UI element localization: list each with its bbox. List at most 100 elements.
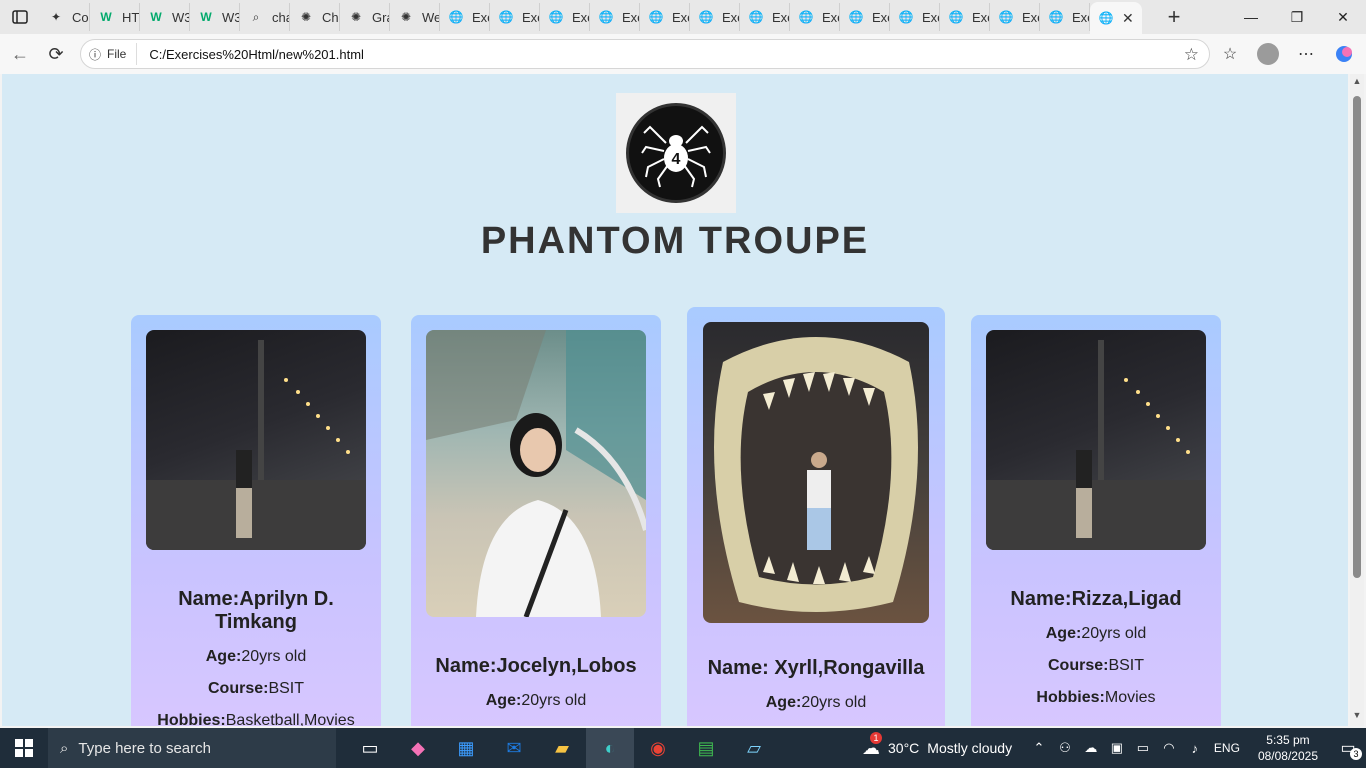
- tab[interactable]: 🌐 Exe: [640, 3, 690, 31]
- weather-alert-badge: 1: [870, 731, 882, 744]
- windows-taskbar: ⌕ Type here to search ▭ ◆ ▦ ✉ ▰ ◐ ◉ ▤ ▱ …: [0, 728, 1366, 768]
- member-age: Age:20yrs old: [765, 694, 867, 711]
- member-name: Name:Aprilyn D. Timkang: [178, 588, 334, 633]
- taskbar-search-box[interactable]: ⌕ Type here to search: [48, 728, 336, 768]
- spreadsheet-app-icon[interactable]: ▤: [682, 728, 730, 768]
- tab[interactable]: W HT: [90, 3, 140, 31]
- tab-label: Exe: [572, 9, 589, 25]
- notifications-icon[interactable]: ▭ 3: [1330, 738, 1366, 760]
- copilot-icon[interactable]: [1332, 42, 1356, 66]
- navigation-bar: ← ⟳ ⓘ File C:/Exercises%20Html/new%201.h…: [0, 34, 1366, 74]
- outlook-icon[interactable]: ✉: [490, 728, 538, 768]
- wifi-icon[interactable]: ◠: [1158, 740, 1180, 756]
- tab-label: Exe: [1022, 9, 1039, 25]
- new-tab-button[interactable]: +: [1156, 0, 1192, 34]
- weather-cloud-icon: ☁ 1: [862, 731, 882, 758]
- language-indicator[interactable]: ENG: [1214, 741, 1240, 755]
- scrollbar-thumb[interactable]: [1353, 96, 1361, 578]
- tab[interactable]: 🌐 Exe: [490, 3, 540, 31]
- site-info-button[interactable]: ⓘ File: [81, 43, 138, 65]
- battery-icon[interactable]: ▭: [1132, 740, 1154, 756]
- more-options-icon[interactable]: ⋯: [1294, 42, 1318, 66]
- notification-count: 3: [1350, 748, 1362, 760]
- tab-label: Exe: [472, 9, 489, 25]
- tab[interactable]: ✦ Co: [40, 3, 90, 31]
- tab[interactable]: 🌐 Exe: [890, 3, 940, 31]
- globe-icon: 🌐: [898, 10, 914, 24]
- chatgpt-icon: ✺: [400, 10, 412, 24]
- tab[interactable]: 🌐 Exe: [690, 3, 740, 31]
- tab-label: Exe: [972, 9, 989, 25]
- tab[interactable]: 🌐 Exe: [740, 3, 790, 31]
- logo-digit: 4: [672, 151, 681, 168]
- tab[interactable]: 🌐 Exe: [590, 3, 640, 31]
- url-text[interactable]: C:/Exercises%20Html/new%201.html: [137, 47, 364, 62]
- page-scrollbar[interactable]: ▲ ▼: [1350, 74, 1364, 726]
- troupe-logo: 4: [616, 93, 736, 213]
- tab[interactable]: ✺ Ch: [290, 3, 340, 31]
- start-button[interactable]: [0, 728, 48, 768]
- globe-icon: 🌐: [598, 10, 614, 24]
- tab-label: Exe: [1072, 9, 1089, 25]
- notepad-app-icon[interactable]: ▱: [730, 728, 778, 768]
- tab[interactable]: 🌐 Exe: [440, 3, 490, 31]
- search-icon: ⌕: [252, 9, 260, 24]
- member-name: Name:Jocelyn,Lobos: [435, 655, 637, 677]
- w3-icon: W: [100, 10, 112, 24]
- task-view-icon[interactable]: ▭: [346, 728, 394, 768]
- tray-app-icon[interactable]: ▣: [1106, 740, 1128, 756]
- spider-logo-icon: 4: [626, 103, 726, 203]
- tab[interactable]: W W3: [140, 3, 190, 31]
- tab-label: Co: [72, 9, 89, 25]
- volume-icon[interactable]: ♪: [1184, 741, 1206, 756]
- tab[interactable]: 🌐 Exe: [790, 3, 840, 31]
- taskbar-apps: ▭ ◆ ▦ ✉ ▰ ◐ ◉ ▤ ▱: [346, 728, 778, 768]
- tab[interactable]: 🌐 Exe: [990, 3, 1040, 31]
- copilot-app-icon[interactable]: ◆: [394, 728, 442, 768]
- close-window-button[interactable]: ✕: [1320, 0, 1366, 34]
- tab-close-icon[interactable]: ✕: [1122, 10, 1134, 27]
- tab[interactable]: 🌐 Exe: [840, 3, 890, 31]
- file-explorer-icon[interactable]: ▰: [538, 728, 586, 768]
- member-name: Name:Rizza,Ligad: [1010, 588, 1182, 610]
- show-hidden-icons-icon[interactable]: ⌃: [1028, 740, 1050, 756]
- refresh-button[interactable]: ⟳: [38, 36, 74, 72]
- tab-actions-icon[interactable]: [0, 0, 40, 34]
- scroll-up-arrow-icon[interactable]: ▲: [1350, 76, 1364, 90]
- chrome-icon[interactable]: ◉: [634, 728, 682, 768]
- store-icon[interactable]: ▦: [442, 728, 490, 768]
- member-card: Name:Jocelyn,Lobos Age:20yrs old: [411, 315, 661, 726]
- tab-label: W3: [222, 9, 240, 25]
- tray-app-icon[interactable]: ⚇: [1054, 740, 1076, 756]
- address-bar[interactable]: ⓘ File C:/Exercises%20Html/new%201.html …: [80, 39, 1210, 69]
- tab[interactable]: ✺ Gra: [340, 3, 390, 31]
- tab[interactable]: 🌐 Exe: [940, 3, 990, 31]
- tab[interactable]: W W3: [190, 3, 240, 31]
- chatgpt-icon: ✺: [350, 10, 362, 24]
- clock[interactable]: 5:35 pm 08/08/2025: [1258, 732, 1318, 764]
- tab-strip: ✦ Co W HT W W3 W W3 ⌕ cha ✺ Ch ✺ Gra ✺ We 🌐 Exe 🌐 Exe 🌐 Exe 🌐 E…: [40, 0, 1090, 34]
- favorite-star-icon[interactable]: ☆: [1184, 45, 1199, 65]
- weather-widget[interactable]: ☁ 1 30°C Mostly cloudy: [862, 728, 1012, 768]
- tab-label: Exe: [772, 9, 789, 25]
- back-button[interactable]: ←: [2, 36, 38, 72]
- member-photo: [146, 330, 366, 550]
- scroll-down-arrow-icon[interactable]: ▼: [1350, 710, 1364, 724]
- tab-label: Exe: [822, 9, 839, 25]
- globe-icon: 🌐: [1098, 11, 1114, 25]
- weather-condition: Mostly cloudy: [927, 740, 1013, 756]
- edge-icon[interactable]: ◐: [586, 728, 634, 768]
- favorites-icon[interactable]: ☆: [1218, 42, 1242, 66]
- profile-avatar[interactable]: [1256, 42, 1280, 66]
- info-icon: ⓘ: [89, 47, 102, 62]
- member-card: Name:Aprilyn D. Timkang Age:20yrs old Co…: [131, 315, 381, 726]
- restore-button[interactable]: ❐: [1274, 0, 1320, 34]
- globe-icon: 🌐: [698, 10, 714, 24]
- tab[interactable]: 🌐 Exe: [1040, 3, 1090, 31]
- tab-active[interactable]: 🌐 ✕: [1090, 2, 1142, 34]
- minimize-button[interactable]: —: [1228, 0, 1274, 34]
- tray-app-icon[interactable]: ☁: [1080, 740, 1102, 756]
- tab[interactable]: 🌐 Exe: [540, 3, 590, 31]
- tab[interactable]: ✺ We: [390, 3, 440, 31]
- tab[interactable]: ⌕ cha: [240, 3, 290, 31]
